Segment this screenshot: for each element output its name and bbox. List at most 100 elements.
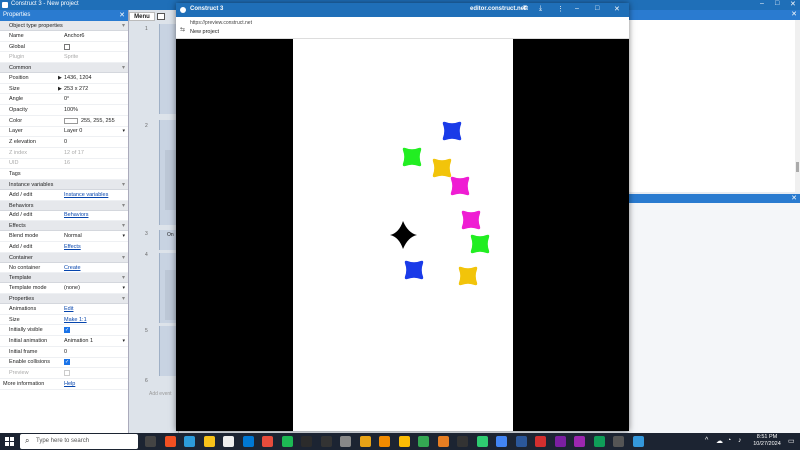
property-link[interactable]: Make 1:1 [64,317,87,323]
close-icon[interactable]: ✕ [790,0,796,8]
property-value-cell[interactable]: 253 x 272 [64,86,128,92]
property-link[interactable]: Instance variables [64,192,108,198]
property-row[interactable]: ▶ Position 1436, 1204 [0,73,128,84]
close-icon[interactable]: ✕ [614,5,620,13]
more-options-icon[interactable]: ⋮ [557,5,564,13]
property-value-cell[interactable]: Behaviors [64,212,128,218]
scrollbar[interactable] [795,20,800,192]
property-value-cell[interactable]: ✓ [64,327,128,334]
property-value-cell[interactable]: ✓ [64,359,128,366]
property-value-cell[interactable]: 0 [64,139,128,145]
property-row[interactable]: Enable collisions ✓ [0,358,128,369]
property-row[interactable]: ▶ Size 253 x 272 [0,84,128,95]
property-row[interactable]: Preview [0,368,128,379]
property-value-cell[interactable]: 0 [64,349,128,355]
taskbar-app-icon[interactable] [496,436,507,447]
property-row[interactable]: Opacity 100% [0,105,128,116]
property-row[interactable]: Z elevation 0 [0,137,128,148]
taskbar-app-icon[interactable] [418,436,429,447]
game-layout[interactable] [293,39,513,431]
property-value-cell[interactable]: 255, 255, 255 [64,117,128,124]
menu-button[interactable]: Menu [129,12,155,21]
taskbar-app-icon[interactable] [379,436,390,447]
volume-icon[interactable]: ♪ [738,437,742,444]
color-swatch[interactable] [64,117,78,124]
anchor-star-sprite[interactable] [390,221,417,249]
tray-chevron-icon[interactable]: ^ [705,437,708,444]
property-value-cell[interactable]: Animation 1 ▾ [64,338,128,344]
property-value-cell[interactable]: Make 1:1 [64,317,128,323]
site-controls-icon[interactable]: ⇆ [180,26,185,33]
property-row[interactable]: Z index 12 of 17 [0,148,128,159]
property-value-cell[interactable]: (none) ▾ [64,285,128,291]
taskbar-app-icon[interactable] [437,436,449,447]
taskbar-app-icon[interactable] [301,436,312,447]
save-icon[interactable] [157,13,165,20]
section-header[interactable]: Container [0,252,128,263]
game-canvas[interactable] [293,39,513,431]
property-row[interactable]: Add / edit Effects [0,242,128,253]
address-url[interactable]: https://preview.construct.net [190,20,252,26]
taskbar-app-icon[interactable] [593,436,605,447]
maximize-icon[interactable]: □ [595,5,599,12]
property-row[interactable]: Initial animation Animation 1 ▾ [0,336,128,347]
property-row[interactable]: No container Create [0,263,128,274]
property-row[interactable]: Initially visible ✓ [0,325,128,337]
property-row[interactable]: Color 255, 255, 255 [0,116,128,127]
section-header[interactable]: Common [0,63,128,74]
property-row[interactable]: Initial frame 0 [0,347,128,358]
checkbox[interactable] [64,370,70,377]
blob-sprite[interactable] [442,121,462,141]
property-value-cell[interactable]: Layer 0 ▾ [64,128,128,134]
section-header[interactable]: Template [0,273,128,284]
close-panel-icon[interactable]: ✕ [791,10,797,18]
help-link[interactable]: Help [64,381,75,387]
taskbar-app-icon[interactable] [515,436,527,447]
property-link[interactable]: Behaviors [64,212,88,218]
taskbar-search[interactable]: ⌕ Type here to search [20,434,138,449]
taskbar-app-icon[interactable] [632,436,644,447]
checkbox[interactable]: ✓ [64,359,70,366]
property-row[interactable]: Blend mode Normal ▾ [0,231,128,242]
taskbar-app-icon[interactable] [554,436,566,447]
property-value-cell[interactable]: Edit [64,306,128,312]
property-link[interactable]: Effects [64,244,81,250]
taskbar-app-icon[interactable] [203,436,215,447]
expand-icon[interactable]: ▶ [58,86,62,92]
property-value-cell[interactable]: 16 [64,160,128,166]
section-header[interactable]: Properties [0,294,128,305]
chevron-down-icon[interactable]: ▾ [122,128,125,134]
property-row[interactable]: Global [0,42,128,53]
extensions-icon[interactable]: ⧉ [523,5,528,13]
property-value-cell[interactable]: 100% [64,107,128,113]
property-link[interactable]: Edit [64,306,73,312]
checkbox[interactable]: ✓ [64,327,70,334]
game-viewport[interactable] [176,39,629,431]
network-icon[interactable]: ☁ [716,437,723,445]
property-row[interactable]: UID 16 [0,159,128,170]
taskbar-app-icon[interactable] [535,436,546,447]
windows-start-icon[interactable] [5,437,14,446]
maximize-icon[interactable]: □ [775,0,779,7]
wifi-icon[interactable]: ◔ [727,437,731,444]
close-panel-icon[interactable]: ✕ [119,11,125,19]
scrollbar-thumb[interactable] [796,162,799,172]
taskbar-app-icon[interactable] [457,436,468,447]
download-icon[interactable]: ⤓ [539,5,542,13]
property-row[interactable]: Animations Edit [0,304,128,315]
property-row[interactable]: Tags [0,169,128,180]
property-value-cell[interactable]: 12 of 17 [64,150,128,156]
property-value-cell[interactable]: Anchor6 [64,33,128,39]
taskbar-app-icon[interactable] [242,436,254,447]
taskbar-app-icon[interactable] [164,436,176,447]
property-link[interactable]: Create [64,265,81,271]
property-value-cell[interactable]: Effects [64,244,128,250]
chevron-down-icon[interactable]: ▾ [122,285,125,291]
property-row[interactable]: Plugin Sprite [0,52,128,64]
property-value-cell[interactable]: Create [64,265,128,271]
section-header[interactable]: Object type properties [0,21,128,31]
minimize-icon[interactable]: – [575,5,579,12]
property-value-cell[interactable]: Sprite [64,54,128,60]
taskbar-app-icon[interactable] [223,436,234,447]
taskbar-app-icon[interactable] [262,436,273,447]
